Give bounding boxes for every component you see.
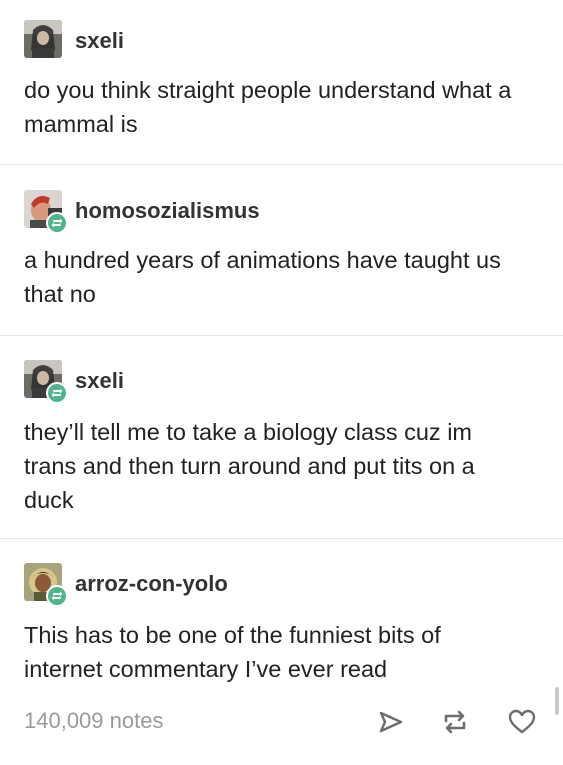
scrollbar[interactable] xyxy=(555,687,559,715)
post-3: sxeli they’ll tell me to take a biology … xyxy=(0,336,563,538)
username[interactable]: arroz-con-yolo xyxy=(75,571,228,597)
post-1: sxeli do you think straight people under… xyxy=(0,0,563,165)
username[interactable]: sxeli xyxy=(75,28,124,54)
post-footer: 140,009 notes xyxy=(0,700,563,744)
username[interactable]: sxeli xyxy=(75,368,124,394)
post-text: they’ll tell me to take a biology class … xyxy=(24,419,475,513)
post-text: This has to be one of the funniest bits … xyxy=(24,622,441,682)
share-icon[interactable] xyxy=(373,705,407,739)
post-2: homosozialismus a hundred years of anima… xyxy=(0,165,563,335)
reblog-badge-icon xyxy=(46,212,68,234)
notes-count[interactable]: 140,009 notes xyxy=(24,708,163,734)
post-text: a hundred years of animations have taugh… xyxy=(24,247,501,307)
reblog-badge-icon xyxy=(46,585,68,607)
reblog-badge-icon xyxy=(46,382,68,404)
like-icon[interactable] xyxy=(505,705,539,739)
username[interactable]: homosozialismus xyxy=(75,198,260,224)
post-text: do you think straight people understand … xyxy=(24,77,512,137)
reblog-icon[interactable] xyxy=(438,705,472,739)
avatar[interactable] xyxy=(24,20,62,58)
post-4: arroz-con-yolo This has to be one of the… xyxy=(0,539,563,689)
